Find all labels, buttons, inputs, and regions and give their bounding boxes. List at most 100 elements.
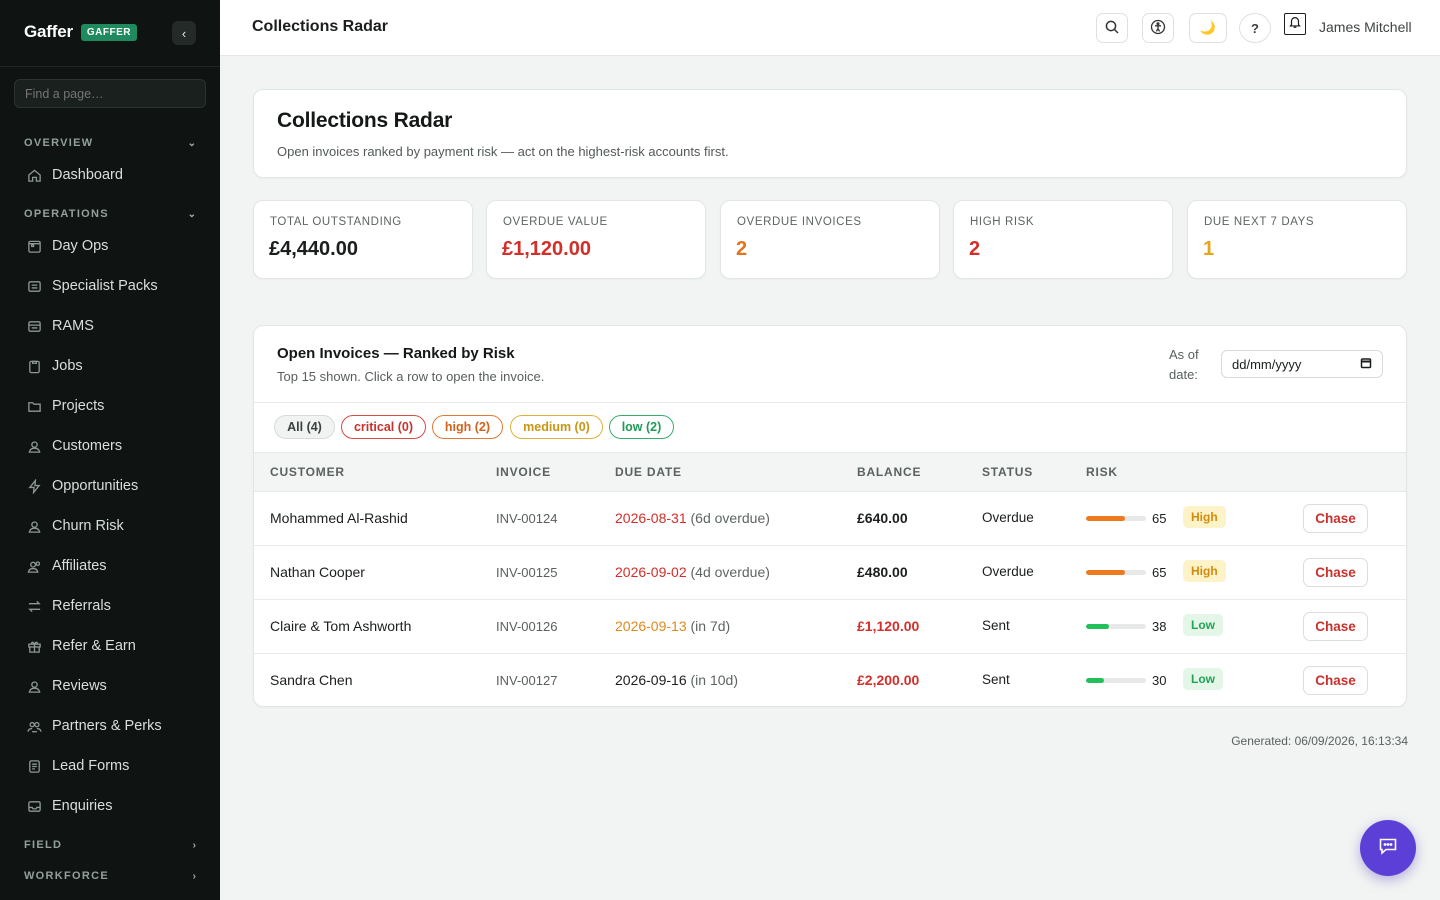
invoices-card: Open Invoices — Ranked by Risk Top 15 sh…	[253, 325, 1407, 707]
app-name: Gaffer	[24, 22, 73, 41]
stat-value: £1,120.00	[502, 238, 591, 260]
as-of-date-input[interactable]: dd/mm/yyyy	[1221, 350, 1383, 378]
user-icon	[26, 438, 42, 454]
stat-value: £4,440.00	[269, 238, 358, 260]
status: Sent	[982, 618, 1010, 633]
chase-button[interactable]: Chase	[1303, 504, 1368, 533]
chevron-down-icon: ⌄	[187, 137, 196, 149]
status: Overdue	[982, 564, 1034, 579]
nav-group-label: WORKFORCE	[24, 870, 110, 882]
table-row[interactable]: Nathan Cooper INV-00125 2026-09-02 (4d ove…	[254, 546, 1406, 600]
due-date-note: (in 7d)	[690, 618, 731, 634]
stat-value: 1	[1203, 238, 1215, 260]
filter-chip-medium[interactable]: medium (0)	[510, 415, 603, 439]
column-header[interactable]: INVOICE	[496, 465, 551, 479]
chevron-down-icon: ⌄	[187, 208, 196, 220]
folder-icon	[26, 398, 42, 414]
collapse-sidebar-button[interactable]: ‹	[172, 21, 196, 45]
column-header[interactable]: DUE DATE	[615, 465, 682, 479]
notifications-button[interactable]	[1284, 13, 1306, 35]
sidebar-item-label: Projects	[52, 398, 105, 414]
table-row[interactable]: Sandra Chen INV-00127 2026-09-16 (in 10d) £…	[254, 654, 1406, 706]
chat-button[interactable]	[1360, 820, 1416, 876]
calendar-icon	[26, 238, 42, 254]
column-header[interactable]: BALANCE	[857, 465, 921, 479]
nav-group-operations[interactable]: OPERATIONS ⌄	[24, 208, 196, 220]
sidebar-item-label: Specialist Packs	[52, 278, 158, 294]
sidebar-search-input[interactable]	[14, 79, 206, 108]
filter-chip-critical[interactable]: critical (0)	[341, 415, 426, 439]
due-date: 2026-09-02 (4d overdue)	[615, 564, 770, 580]
theme-toggle-button[interactable]: 🌙	[1189, 13, 1227, 43]
filter-chip-all[interactable]: All (4)	[274, 415, 335, 439]
accessibility-icon	[1150, 19, 1166, 38]
sidebar: Gaffer GAFFER ‹ OVERVIEW ⌄ Dashboard OPE…	[0, 0, 220, 900]
sidebar-item-label: Dashboard	[52, 167, 123, 183]
chevron-right-icon: ›	[192, 839, 196, 851]
sidebar-item-enquiries[interactable]: Enquiries	[26, 793, 206, 819]
risk-bar-fill	[1086, 624, 1109, 629]
sidebar-item-referrals[interactable]: Referrals	[26, 593, 206, 619]
nav-group-overview[interactable]: OVERVIEW ⌄	[24, 137, 196, 149]
balance: £640.00	[857, 510, 908, 526]
column-header[interactable]: STATUS	[982, 465, 1033, 479]
invoices-title: Open Invoices — Ranked by Risk	[277, 345, 515, 362]
sidebar-item-label: Customers	[52, 438, 123, 454]
sidebar-item-customers[interactable]: Customers	[26, 433, 206, 459]
due-date-note: (6d overdue)	[690, 510, 770, 526]
sidebar-item-opportunities[interactable]: Opportunities	[26, 473, 206, 499]
sidebar-item-reviews[interactable]: Reviews	[26, 673, 206, 699]
nav-group-field[interactable]: FIELD ›	[24, 839, 196, 851]
accessibility-button[interactable]	[1142, 13, 1174, 43]
customer-name: Claire & Tom Ashworth	[270, 618, 412, 634]
chase-button[interactable]: Chase	[1303, 612, 1368, 641]
sidebar-item-label: Day Ops	[52, 238, 109, 254]
due-date: 2026-09-13 (in 7d)	[615, 618, 730, 634]
table-row[interactable]: Claire & Tom Ashworth INV-00126 2026-09-13…	[254, 600, 1406, 654]
pack-icon	[26, 278, 42, 294]
column-header[interactable]: CUSTOMER	[270, 465, 345, 479]
risk-bar	[1086, 678, 1146, 683]
search-button[interactable]	[1096, 13, 1128, 43]
chase-button[interactable]: Chase	[1303, 666, 1368, 695]
sidebar-item-specialist-packs[interactable]: Specialist Packs	[26, 273, 206, 299]
brand[interactable]: Gaffer GAFFER	[24, 22, 137, 42]
due-date: 2026-08-31 (6d overdue)	[615, 510, 770, 526]
sidebar-item-label: Referrals	[52, 598, 111, 614]
filter-chip-high[interactable]: high (2)	[432, 415, 503, 439]
customer-name: Mohammed Al-Rashid	[270, 510, 408, 526]
help-icon: ?	[1251, 20, 1259, 36]
sidebar-item-affiliates[interactable]: Affiliates	[26, 553, 206, 579]
sidebar-item-partners-perks[interactable]: Partners & Perks	[26, 713, 206, 739]
arrows-icon	[26, 598, 42, 614]
sidebar-item-label: Reviews	[52, 678, 107, 694]
sidebar-item-refer-earn[interactable]: Refer & Earn	[26, 633, 206, 659]
sidebar-item-day-ops[interactable]: Day Ops	[26, 233, 206, 259]
page-subtitle: Open invoices ranked by payment risk — a…	[277, 144, 729, 159]
stat-value: 2	[736, 238, 748, 260]
sidebar-item-label: Partners & Perks	[52, 718, 162, 734]
document-icon	[26, 318, 42, 334]
column-header[interactable]: RISK	[1086, 465, 1118, 479]
invoices-subtitle: Top 15 shown. Click a row to open the in…	[277, 369, 545, 384]
sidebar-item-dashboard[interactable]: Dashboard	[26, 162, 206, 188]
sidebar-item-projects[interactable]: Projects	[26, 393, 206, 419]
sidebar-item-churn-risk[interactable]: Churn Risk	[26, 513, 206, 539]
sidebar-item-lead-forms[interactable]: Lead Forms	[26, 753, 206, 779]
user-name[interactable]: James Mitchell	[1319, 19, 1412, 35]
sidebar-item-jobs[interactable]: Jobs	[26, 353, 206, 379]
help-button[interactable]: ?	[1239, 13, 1271, 43]
risk-bar-fill	[1086, 678, 1104, 683]
sidebar-item-label: Affiliates	[52, 558, 107, 574]
nav-group-workforce[interactable]: WORKFORCE ›	[24, 870, 196, 882]
nav-group-label: OPERATIONS	[24, 208, 109, 220]
due-date: 2026-09-16 (in 10d)	[615, 672, 738, 688]
table-row[interactable]: Mohammed Al-Rashid INV-00124 2026-08-31 (6…	[254, 492, 1406, 546]
search-icon	[1104, 19, 1120, 38]
sidebar-item-rams[interactable]: RAMS	[26, 313, 206, 339]
chase-button[interactable]: Chase	[1303, 558, 1368, 587]
invoice-number: INV-00126	[496, 619, 558, 634]
due-date-value: 2026-09-02	[615, 564, 687, 580]
filter-chip-low[interactable]: low (2)	[609, 415, 674, 439]
as-of-label: As of date:	[1169, 345, 1199, 385]
